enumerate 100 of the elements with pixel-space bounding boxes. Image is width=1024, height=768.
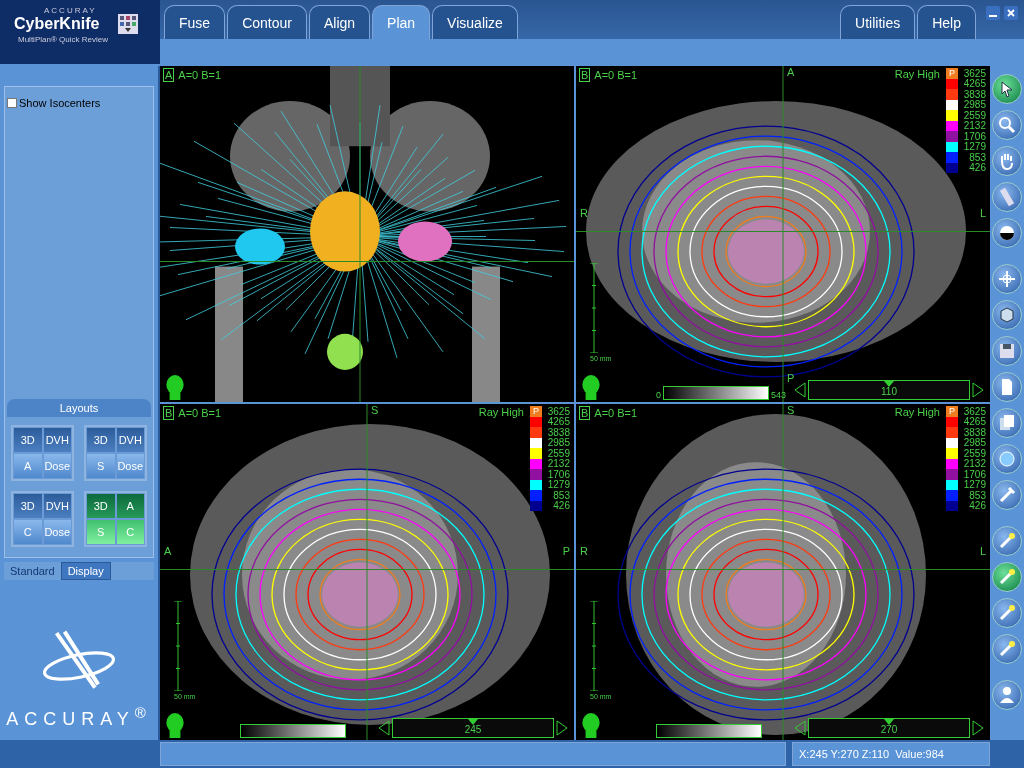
layout-cell: S [86, 519, 116, 545]
scale-bar-icon [590, 263, 598, 353]
beam-setting: A=0 B=1 [178, 407, 222, 419]
dose-value: 426 [968, 162, 986, 174]
close-icon[interactable] [1004, 6, 1018, 20]
dose-value: 3625 [962, 405, 986, 417]
layout-cell: Dose [115, 453, 145, 479]
globe-icon [997, 449, 1017, 469]
beam-setting: A=0 B=1 [594, 407, 638, 419]
left-arrow-icon[interactable] [378, 720, 390, 736]
dose-value: 1279 [962, 141, 986, 153]
slider-thumb[interactable] [468, 719, 478, 725]
menu-tab[interactable]: Help [917, 5, 976, 39]
cube-icon [997, 305, 1017, 325]
orientation-label: S [371, 404, 379, 416]
company-logo-text: ACCURAY$^{®}$ [6, 704, 152, 730]
right-arrow-icon[interactable] [972, 382, 984, 398]
dose-value: 2132 [962, 120, 986, 132]
dose-value: 3838 [962, 88, 986, 100]
person-icon [997, 685, 1017, 705]
layout-cell: DVH [42, 427, 72, 453]
dose-value: 4265 [962, 416, 986, 428]
contrast-icon [997, 223, 1017, 243]
layout-cell: S [86, 453, 116, 479]
scale-bar-icon [590, 601, 598, 691]
right-arrow-icon[interactable] [556, 720, 568, 736]
dose-value: 2559 [546, 447, 570, 459]
beam-setting: A=0 B=1 [594, 69, 638, 81]
product-name: CyberKnife [14, 15, 100, 33]
dose-value: 1279 [962, 479, 986, 491]
cursor-readout: X:245 Y:270 Z:110 Value:984 [792, 742, 990, 766]
orientation-label: P [787, 372, 795, 384]
window-level-bar[interactable] [663, 386, 769, 400]
layout-cell: C [13, 519, 43, 545]
show-isocenters-checkbox[interactable]: Show Isocenters [5, 87, 103, 119]
dose-value: 2985 [546, 437, 570, 449]
menu-tab[interactable]: Utilities [840, 5, 916, 39]
ruler-icon [997, 187, 1017, 207]
tool-button[interactable] [992, 218, 1022, 248]
dose-color-swatch: P [946, 406, 958, 417]
pen-icon [997, 639, 1017, 659]
company-name: ACCURAY [44, 6, 97, 15]
layout-cell: Dose [42, 519, 72, 545]
layout-cell: C [115, 519, 145, 545]
slider-thumb[interactable] [884, 381, 894, 387]
grid-menu-icon[interactable] [118, 14, 138, 34]
layout-button[interactable]: 3D DVH A Dose [11, 425, 74, 481]
tool-button[interactable] [992, 74, 1022, 104]
right-arrow-icon[interactable] [972, 720, 984, 736]
dose-value: 3625 [962, 67, 986, 79]
dose-value: 1706 [962, 130, 986, 142]
main-tab[interactable]: Fuse [164, 5, 226, 39]
view-label: B [579, 406, 591, 420]
documents-icon [997, 413, 1017, 433]
pen-icon [997, 603, 1017, 623]
dose-value: 853 [968, 489, 986, 501]
slider-thumb[interactable] [884, 719, 894, 725]
dose-value: 3838 [546, 426, 570, 438]
orientation-label: S [787, 404, 795, 416]
layout-cell: A [115, 493, 145, 519]
dose-value: 426 [968, 500, 986, 512]
view-label: B [579, 68, 591, 82]
crosshair-icon [997, 269, 1017, 289]
left-arrow-icon[interactable] [794, 720, 806, 736]
main-tab[interactable]: Visualize [432, 5, 518, 39]
slice-slider[interactable]: 245 [392, 718, 554, 738]
window-level-bar[interactable] [240, 724, 346, 738]
main-tab[interactable]: Align [308, 5, 371, 39]
layout-button[interactable]: 3D A S C [84, 491, 147, 547]
window-low-value: 0 [656, 390, 661, 400]
head-orientation-icon [164, 374, 186, 400]
beam-setting: A=0 B=1 [178, 69, 222, 81]
dose-value: 2132 [546, 458, 570, 470]
layout-button[interactable]: 3D DVH S Dose [84, 425, 147, 481]
layout-cell: Dose [42, 453, 72, 479]
window-level-bar[interactable] [656, 724, 762, 738]
dose-value: 2132 [962, 458, 986, 470]
layout-cell: 3D [86, 493, 116, 519]
window-high-value: 543 [771, 390, 787, 400]
minimize-icon[interactable] [986, 6, 1000, 20]
dose-value: 3625 [546, 405, 570, 417]
left-arrow-icon[interactable] [794, 382, 806, 398]
dose-legend-title: Ray High [478, 406, 524, 418]
dose-color-swatch: P [530, 406, 542, 417]
dose-value: 2985 [962, 99, 986, 111]
pen-icon [997, 567, 1017, 587]
layout-button[interactable]: 3D DVH C Dose [11, 491, 74, 547]
layout-cell: 3D [86, 427, 116, 453]
slice-slider[interactable]: 110 [808, 380, 970, 400]
head-orientation-icon [164, 712, 186, 738]
slice-slider[interactable]: 270 [808, 718, 970, 738]
panel-tab[interactable]: Display [60, 562, 111, 580]
dose-value: 1706 [962, 468, 986, 480]
view-label: B [163, 406, 175, 420]
orientation-label: A [164, 545, 172, 558]
main-tab[interactable]: Contour [227, 5, 307, 39]
search-icon [997, 115, 1017, 135]
view-label: A [163, 68, 175, 82]
layout-cell: 3D [13, 493, 43, 519]
save-icon [997, 341, 1017, 361]
